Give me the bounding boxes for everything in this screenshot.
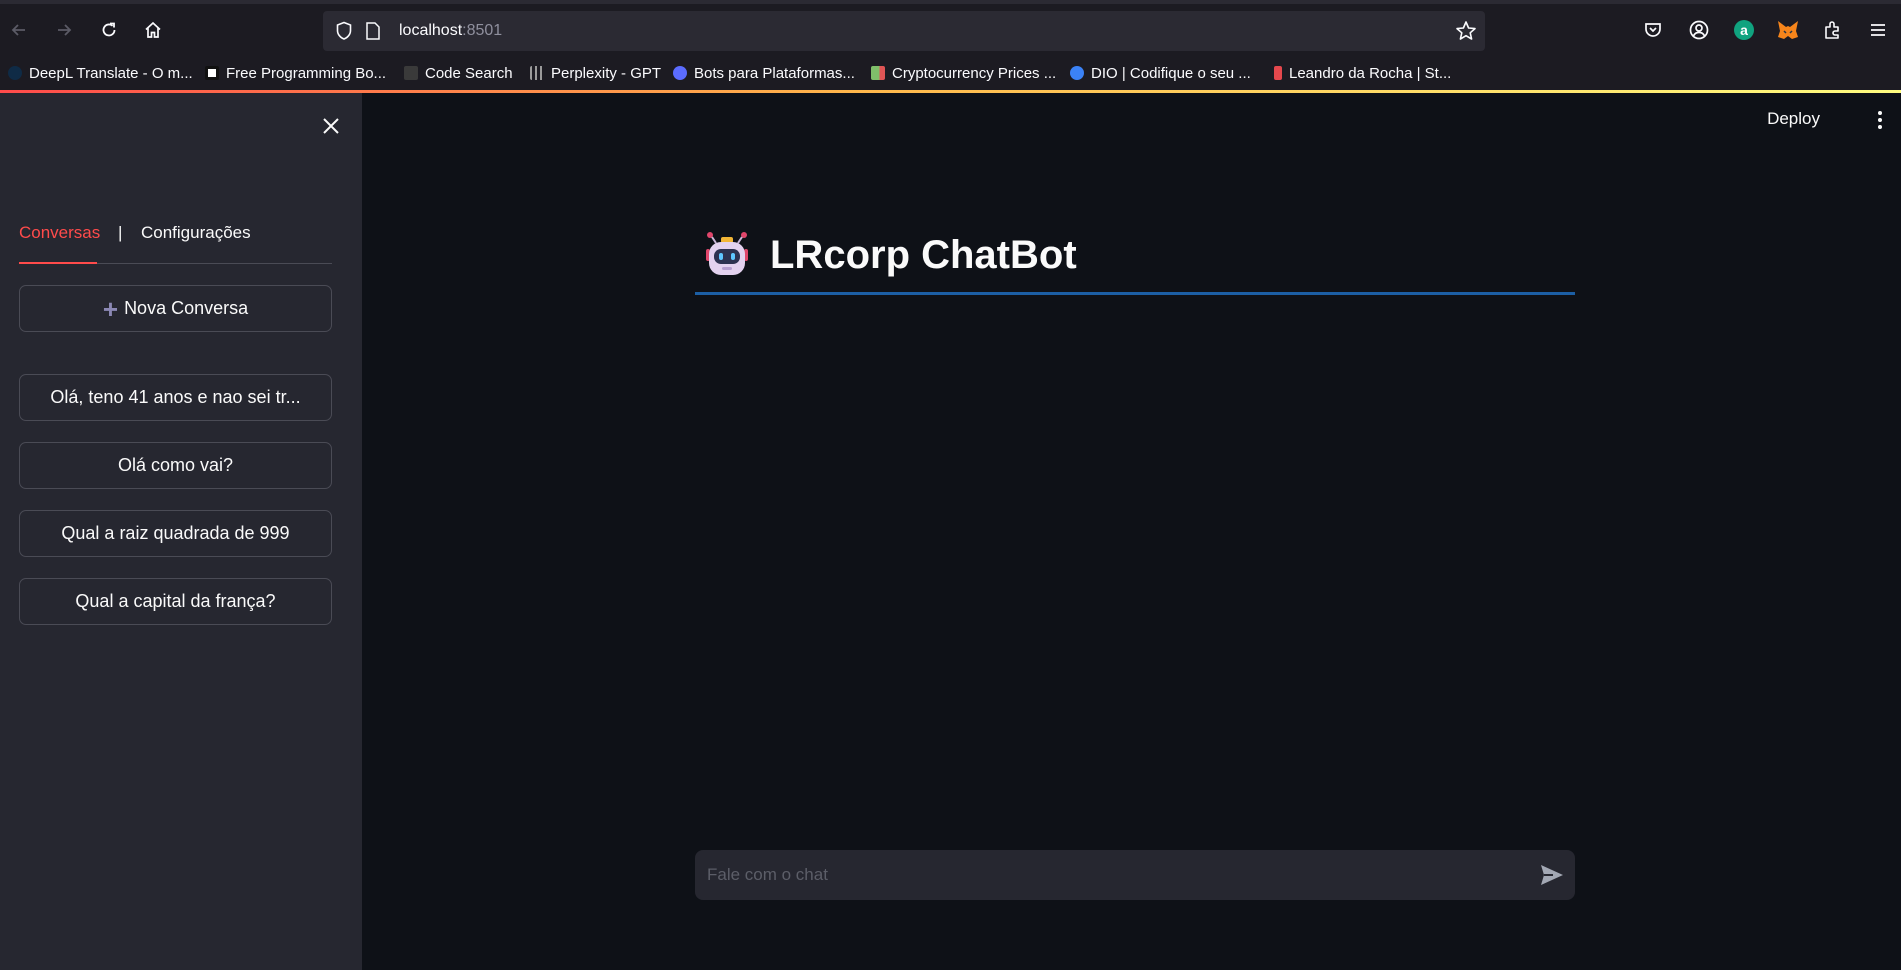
- forward-icon[interactable]: [50, 16, 78, 44]
- conversation-button[interactable]: Qual a capital da frança?: [19, 578, 332, 625]
- more-options-icon[interactable]: [1875, 109, 1885, 131]
- metamask-icon[interactable]: [1775, 17, 1801, 43]
- account-icon[interactable]: [1686, 17, 1712, 43]
- studio-favicon-icon: [1274, 66, 1282, 80]
- chat-input-placeholder: Fale com o chat: [707, 865, 828, 884]
- bookmark-label: Bots para Plataformas...: [694, 64, 855, 82]
- bookmark-label: Leandro da Rocha | St...: [1289, 64, 1452, 82]
- tab-conversas[interactable]: Conversas: [19, 223, 100, 243]
- title-divider: [695, 292, 1575, 295]
- tab-separator: |: [118, 223, 123, 242]
- bookmark-label: Code Search: [425, 64, 513, 82]
- bookmark-label: DIO | Codifique o seu ...: [1091, 64, 1251, 82]
- menu-icon[interactable]: [1865, 17, 1891, 43]
- browser-toolbar: localhost:8501 a: [0, 4, 1901, 54]
- dio-favicon-icon: [1070, 66, 1084, 80]
- conversation-button[interactable]: Olá, teno 41 anos e nao sei tr...: [19, 374, 332, 421]
- url-bar[interactable]: localhost:8501: [323, 11, 1485, 51]
- bookmark-item[interactable]: Leandro da Rocha | St...: [1274, 63, 1451, 83]
- extension-a-icon[interactable]: a: [1731, 17, 1757, 43]
- url-host: localhost: [399, 22, 463, 39]
- code-search-favicon-icon: [404, 66, 418, 80]
- reload-icon[interactable]: [95, 16, 123, 44]
- close-sidebar-icon[interactable]: [318, 113, 344, 139]
- shield-icon[interactable]: [335, 21, 353, 46]
- bookmark-label: Free Programming Bo...: [226, 64, 387, 82]
- tab-configuracoes[interactable]: Configurações: [141, 223, 251, 243]
- deploy-button[interactable]: Deploy: [1767, 109, 1820, 129]
- sidebar: Conversas | Configurações + Nova Convers…: [0, 93, 362, 970]
- page-icon: [365, 21, 381, 46]
- bookmarks-bar: DeepL Translate - O m... Free Programmin…: [0, 54, 1901, 90]
- send-icon[interactable]: [1539, 863, 1565, 892]
- plus-icon: +: [102, 293, 119, 324]
- bots-favicon-icon: [673, 66, 687, 80]
- robot-icon: [702, 229, 752, 284]
- conversation-button[interactable]: Olá como vai?: [19, 442, 332, 489]
- bookmark-label: Perplexity - GPT: [551, 64, 662, 82]
- bookmark-item[interactable]: Code Search: [404, 63, 513, 83]
- bookmark-item[interactable]: Free Programming Bo...: [205, 63, 386, 83]
- new-chat-button[interactable]: + Nova Conversa: [19, 285, 332, 332]
- back-icon[interactable]: [5, 16, 33, 44]
- page-header: LRcorp ChatBot: [695, 229, 1575, 289]
- grid-favicon-icon: [530, 66, 544, 80]
- new-chat-label: Nova Conversa: [124, 298, 249, 318]
- conversation-button[interactable]: Qual a raiz quadrada de 999: [19, 510, 332, 557]
- pocket-icon[interactable]: [1640, 17, 1666, 43]
- page-title: LRcorp ChatBot: [770, 233, 1077, 277]
- bookmark-item[interactable]: Cryptocurrency Prices ...: [871, 63, 1056, 83]
- bookmark-label: DeepL Translate - O m...: [29, 64, 193, 82]
- url-port: :8501: [462, 22, 503, 39]
- crypto-favicon-icon: [871, 66, 885, 80]
- book-favicon-icon: [205, 66, 219, 80]
- bookmark-item[interactable]: DIO | Codifique o seu ...: [1070, 63, 1251, 83]
- active-tab-indicator: [19, 262, 97, 264]
- chat-input[interactable]: Fale com o chat: [695, 850, 1575, 900]
- url-text[interactable]: localhost:8501: [399, 22, 502, 40]
- sidebar-tabs: Conversas | Configurações: [19, 223, 332, 264]
- deepl-favicon-icon: [8, 66, 22, 80]
- svg-text:a: a: [1740, 22, 1748, 38]
- bookmark-item[interactable]: Bots para Plataformas...: [673, 63, 855, 83]
- star-icon[interactable]: [1455, 20, 1477, 47]
- bookmark-item[interactable]: DeepL Translate - O m...: [8, 63, 193, 83]
- bookmark-label: Cryptocurrency Prices ...: [892, 64, 1057, 82]
- extensions-icon[interactable]: [1820, 17, 1846, 43]
- main-area: Deploy LRcorp ChatBot Fale com o chat: [362, 93, 1901, 970]
- home-icon[interactable]: [139, 16, 167, 44]
- bookmark-item[interactable]: Perplexity - GPT: [530, 63, 661, 83]
